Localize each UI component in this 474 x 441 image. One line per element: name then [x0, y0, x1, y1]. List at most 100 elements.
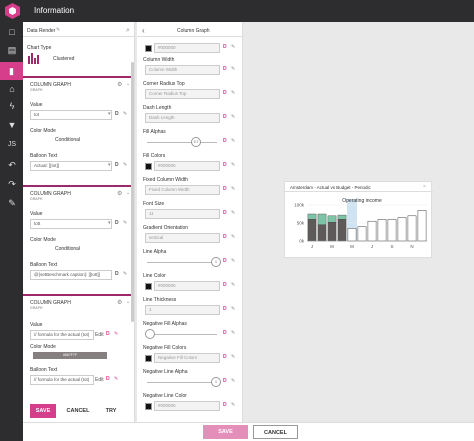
pencil-icon[interactable]: ✎: [231, 186, 235, 192]
pencil-icon[interactable]: ✎: [231, 114, 235, 120]
color-swatch[interactable]: [145, 163, 152, 170]
d-button[interactable]: D: [223, 234, 227, 240]
color-value-field[interactable]: #000000: [154, 281, 220, 291]
slider-track[interactable]: [147, 142, 217, 143]
search-icon[interactable]: ⌕: [126, 27, 130, 35]
chevron-down-icon[interactable]: ⌄: [126, 81, 130, 87]
color-value-field[interactable]: Negative Fill Colors: [154, 353, 220, 363]
color-value-field[interactable]: #000000: [154, 401, 220, 411]
d-button[interactable]: D: [223, 378, 227, 384]
d-button[interactable]: D: [223, 186, 227, 192]
value-select[interactable]: tott: [30, 219, 112, 229]
d-button[interactable]: D: [115, 220, 119, 226]
color-mode-value[interactable]: Conditional: [55, 137, 80, 143]
value-formula-field[interactable]: // formula for the actual (tot): [30, 330, 94, 340]
d-button[interactable]: D: [223, 210, 227, 216]
pencil-icon[interactable]: ✎: [231, 378, 235, 384]
property-input[interactable]: 1: [145, 305, 220, 315]
d-button[interactable]: D: [106, 376, 110, 382]
d-button[interactable]: D: [223, 402, 227, 408]
pencil-icon[interactable]: ✎: [231, 138, 235, 144]
d-button[interactable]: D: [223, 306, 227, 312]
d-button[interactable]: D: [223, 258, 227, 264]
gear-icon[interactable]: ⚙: [117, 299, 122, 306]
layout-icon[interactable]: ▤: [6, 44, 18, 56]
d-button[interactable]: D: [223, 282, 227, 288]
pencil-icon[interactable]: ✎: [231, 234, 235, 240]
slider-track[interactable]: [147, 382, 217, 383]
pencil-icon[interactable]: ✎: [231, 306, 235, 312]
property-input[interactable]: Dash Length: [145, 113, 220, 123]
property-input[interactable]: Fixed Column Width: [145, 185, 220, 195]
pencil-icon[interactable]: ✎: [231, 402, 235, 408]
clustered-chart-icon[interactable]: [28, 52, 40, 64]
filter-icon[interactable]: ▼: [6, 119, 18, 131]
pencil-icon[interactable]: ✎: [123, 271, 127, 277]
edit-icon[interactable]: ✎: [6, 197, 18, 209]
pencil-icon[interactable]: ✎: [231, 282, 235, 288]
undo-icon[interactable]: ↶: [6, 159, 18, 171]
color-swatch[interactable]: [145, 355, 152, 362]
chart-icon[interactable]: ▮: [0, 62, 23, 80]
property-input[interactable]: 11: [145, 209, 220, 219]
d-button[interactable]: D: [115, 271, 119, 277]
pencil-icon[interactable]: ✎: [123, 220, 127, 226]
value-select[interactable]: tot: [30, 110, 112, 120]
balloon-text-select[interactable]: Actual: [[tot]]: [30, 161, 112, 171]
save-button[interactable]: SAVE: [30, 404, 56, 418]
pencil-icon[interactable]: ✎: [231, 210, 235, 216]
d-button[interactable]: D: [223, 330, 227, 336]
color-mode-value[interactable]: Conditional: [55, 246, 80, 252]
d-button[interactable]: D: [223, 354, 227, 360]
color-swatch[interactable]: [145, 283, 152, 290]
slider-knob[interactable]: 0.7: [191, 137, 202, 147]
js-icon[interactable]: JS: [6, 139, 18, 151]
chevron-down-icon[interactable]: ⌄: [126, 299, 130, 305]
left-scrollbar[interactable]: [131, 62, 134, 322]
property-input[interactable]: Column Width: [145, 65, 220, 75]
color-value-field[interactable]: #000000: [154, 43, 220, 53]
color-swatch[interactable]: [145, 403, 152, 410]
color-value-field[interactable]: #000000: [154, 161, 220, 171]
slider-track[interactable]: [147, 262, 217, 263]
edit-link[interactable]: Edit: [95, 377, 104, 383]
square-icon[interactable]: □: [6, 26, 18, 38]
pencil-icon[interactable]: ✎: [123, 162, 127, 168]
d-button[interactable]: D: [223, 66, 227, 72]
d-button[interactable]: D: [106, 331, 110, 337]
color-mode-swatch[interactable]: #867F7F: [33, 352, 107, 359]
cancel-button[interactable]: CANCEL: [64, 404, 92, 418]
pencil-icon[interactable]: ✎: [231, 66, 235, 72]
slider-knob[interactable]: 1: [211, 257, 221, 267]
d-button[interactable]: D: [223, 162, 227, 168]
balloon-text-select[interactable]: @{setBenchmark caption}: [[tott]]: [30, 270, 112, 280]
pencil-icon[interactable]: ✎: [231, 354, 235, 360]
pencil-icon[interactable]: ✎: [231, 330, 235, 336]
pencil-icon[interactable]: ✎: [123, 111, 127, 117]
pencil-icon[interactable]: ✎: [231, 258, 235, 264]
bank-icon[interactable]: ⌂: [6, 83, 18, 95]
redo-icon[interactable]: ↷: [6, 178, 18, 190]
d-button[interactable]: D: [223, 44, 227, 50]
property-input[interactable]: Corner Radius Top: [145, 89, 220, 99]
edit-icon[interactable]: ✎: [56, 27, 60, 33]
d-button[interactable]: D: [115, 111, 119, 117]
slider-knob[interactable]: 1: [211, 377, 221, 387]
balloon-formula-field[interactable]: // formula for the actual (tot): [30, 375, 94, 385]
d-button[interactable]: D: [223, 90, 227, 96]
bottom-save-button[interactable]: SAVE: [203, 425, 248, 439]
gear-icon[interactable]: ⚙: [117, 81, 122, 88]
back-chevron-icon[interactable]: ‹: [142, 26, 145, 35]
d-button[interactable]: D: [115, 162, 119, 168]
bottom-cancel-button[interactable]: CANCEL: [253, 425, 298, 439]
slider-knob[interactable]: [145, 329, 155, 339]
close-icon[interactable]: ×: [423, 184, 426, 190]
gear-icon[interactable]: ⚙: [117, 190, 122, 197]
pencil-icon[interactable]: ✎: [114, 376, 118, 382]
data-render-label[interactable]: Data Render: [27, 28, 55, 34]
try-button[interactable]: TRY: [100, 404, 122, 418]
pencil-icon[interactable]: ✎: [231, 44, 235, 50]
slider-track[interactable]: [147, 334, 217, 335]
color-swatch[interactable]: [145, 45, 152, 52]
chevron-down-icon[interactable]: ⌄: [126, 190, 130, 196]
